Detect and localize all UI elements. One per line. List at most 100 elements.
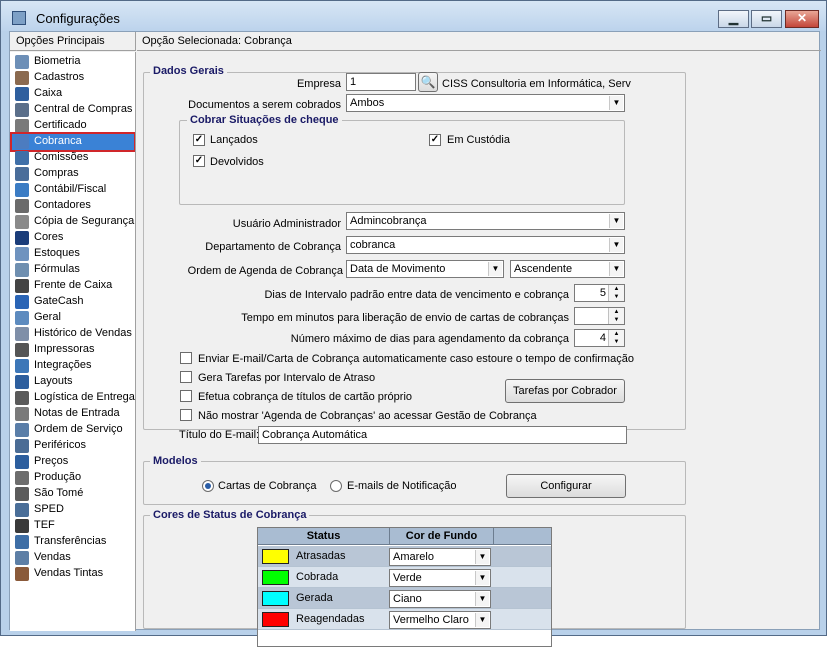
sidebar-item[interactable]: Contábil/Fiscal (12, 182, 134, 198)
window-title: Configurações (36, 11, 120, 26)
cartas-radio[interactable] (202, 480, 214, 492)
departamento-label: Departamento de Cobrança (205, 241, 341, 253)
sidebar-item-label: São Tomé (34, 487, 84, 499)
sidebar-item[interactable]: Estoques (12, 246, 134, 262)
sidebar-item[interactable]: Vendas Tintas (12, 566, 134, 582)
lancados-label: Lançados (210, 134, 258, 146)
cor-select[interactable]: Amarelo ▼ (389, 548, 491, 566)
sidebar-item[interactable]: Produção (12, 470, 134, 486)
spinner-arrows-icon[interactable]: ▲ ▼ (608, 330, 624, 346)
sidebar-item[interactable]: São Tomé (12, 486, 134, 502)
dias-intervalo-spinner[interactable]: 5 ▲ ▼ (574, 284, 625, 302)
sidebar-item[interactable]: Caixa (12, 86, 134, 102)
cheque-group-title: Cobrar Situações de cheque (187, 114, 342, 126)
efetua-cobranca-checkbox[interactable] (180, 390, 192, 402)
nao-mostrar-checkbox[interactable] (180, 409, 192, 421)
cor-select[interactable]: Ciano ▼ (389, 590, 491, 608)
sidebar-list[interactable]: Biometria Cadastros Caixa Central de Compra… (10, 52, 136, 631)
search-empresa-button[interactable]: 🔍 (418, 72, 438, 92)
empresa-label: Empresa (296, 78, 341, 90)
cartas-label: Cartas de Cobrança (218, 480, 317, 492)
radio-selected-dot (205, 483, 211, 489)
sidebar-item[interactable]: Biometria (12, 54, 134, 70)
table-row[interactable]: Atrasadas Amarelo ▼ (258, 546, 551, 567)
empresa-input[interactable]: 1 (346, 73, 416, 91)
sidebar-item-label: Contadores (34, 199, 91, 211)
close-icon: ✕ (796, 11, 808, 25)
sidebar-item-label: Contábil/Fiscal (34, 183, 107, 195)
cor-select[interactable]: Vermelho Claro ▼ (389, 611, 491, 629)
sidebar-item[interactable]: Layouts (12, 374, 134, 390)
lancados-checkbox[interactable]: ✓ (193, 134, 205, 146)
fingerprint-icon (15, 55, 29, 69)
sidebar-item-label: Cores (34, 231, 64, 243)
sidebar-item[interactable]: Central de Compras (12, 102, 134, 118)
sidebar-item[interactable]: Contadores (12, 198, 134, 214)
globe-icon (15, 311, 29, 325)
sidebar-item[interactable]: Comissões (12, 150, 134, 166)
sidebar-item[interactable]: SPED (12, 502, 134, 518)
em-custodia-checkbox[interactable]: ✓ (429, 134, 441, 146)
sidebar-item[interactable]: Integrações (12, 358, 134, 374)
sidebar-item[interactable]: Geral (12, 310, 134, 326)
sidebar-item[interactable]: Logística de Entrega (12, 390, 135, 406)
sped-icon (15, 503, 29, 517)
sidebar-item[interactable]: Fórmulas (12, 262, 134, 278)
max-dias-spinner[interactable]: 4 ▲ ▼ (574, 329, 625, 347)
spinner-arrows-icon[interactable]: ▲ ▼ (608, 308, 624, 324)
sao-tome-icon (15, 487, 29, 501)
cor-select[interactable]: Verde ▼ (389, 569, 491, 587)
sidebar-item[interactable]: Preços (12, 454, 134, 470)
column-header-blank (493, 528, 551, 545)
tarefas-por-cobrador-button[interactable]: Tarefas por Cobrador (505, 379, 625, 403)
sidebar-item-label: Preços (34, 455, 69, 467)
sidebar-item[interactable]: Ordem de Serviço (12, 422, 134, 438)
departamento-value: cobranca (350, 239, 396, 251)
sidebar-item[interactable]: Notas de Entrada (12, 406, 134, 422)
ordem-direction-select[interactable]: Ascendente ▼ (510, 260, 625, 278)
sidebar-item[interactable]: Compras (12, 166, 134, 182)
table-row[interactable]: Gerada Ciano ▼ (258, 588, 551, 609)
sidebar-item[interactable]: Cadastros (12, 70, 134, 86)
maximize-button[interactable]: ▭ (751, 10, 782, 28)
title-bar[interactable]: Configurações ▁ ▭ ✕ (1, 1, 826, 31)
enviar-email-checkbox[interactable] (180, 352, 192, 364)
emails-radio[interactable] (330, 480, 342, 492)
ordem-value: Data de Movimento (350, 263, 446, 275)
cores-status-title: Cores de Status de Cobrança (150, 509, 310, 521)
titulo-email-input[interactable]: Cobrança Automática (258, 426, 627, 444)
sidebar-item[interactable]: Certificado (12, 118, 134, 134)
usuario-select[interactable]: Admincobrança ▼ (346, 212, 625, 230)
minimize-button[interactable]: ▁ (718, 10, 749, 28)
devolvidos-checkbox[interactable]: ✓ (193, 155, 205, 167)
nao-mostrar-label: Não mostrar 'Agenda de Cobranças' ao ace… (198, 410, 537, 422)
departamento-select[interactable]: cobranca ▼ (346, 236, 625, 254)
chevron-down-icon: ▼ (609, 96, 623, 110)
tempo-minutos-spinner[interactable]: ▲ ▼ (574, 307, 625, 325)
sidebar-item[interactable]: Cópia de Segurança (12, 214, 134, 230)
chevron-down-icon: ▼ (475, 592, 489, 606)
spinner-arrows-icon[interactable]: ▲ ▼ (608, 285, 624, 301)
table-row[interactable]: Reagendadas Vermelho Claro ▼ (258, 609, 551, 630)
sidebar-item[interactable]: Histórico de Vendas (12, 326, 134, 342)
gera-tarefas-checkbox[interactable] (180, 371, 192, 383)
color-swatch (262, 549, 289, 564)
max-dias-value: 4 (599, 332, 606, 344)
sidebar-item[interactable]: Frente de Caixa (12, 278, 134, 294)
sidebar-item[interactable]: TEF (12, 518, 134, 534)
sidebar-item-label: Cópia de Segurança (34, 215, 135, 227)
sidebar-item[interactable]: Periféricos (12, 438, 134, 454)
documentos-select[interactable]: Ambos ▼ (346, 94, 625, 112)
sidebar-item[interactable]: Transferências (12, 534, 134, 550)
sidebar-item[interactable]: Cores (12, 230, 134, 246)
close-button[interactable]: ✕ (785, 10, 819, 28)
chevron-down-icon: ▼ (475, 613, 489, 627)
sidebar-item[interactable]: GateCash (12, 294, 134, 310)
configurar-button[interactable]: Configurar (506, 474, 626, 498)
table-row[interactable]: Cobrada Verde ▼ (258, 567, 551, 588)
sidebar-item-label: Notas de Entrada (34, 407, 120, 419)
sidebar-item[interactable]: Cobranca (10, 132, 135, 152)
ordem-select[interactable]: Data de Movimento ▼ (346, 260, 504, 278)
sidebar-item[interactable]: Vendas (12, 550, 134, 566)
sidebar-item[interactable]: Impressoras (12, 342, 134, 358)
